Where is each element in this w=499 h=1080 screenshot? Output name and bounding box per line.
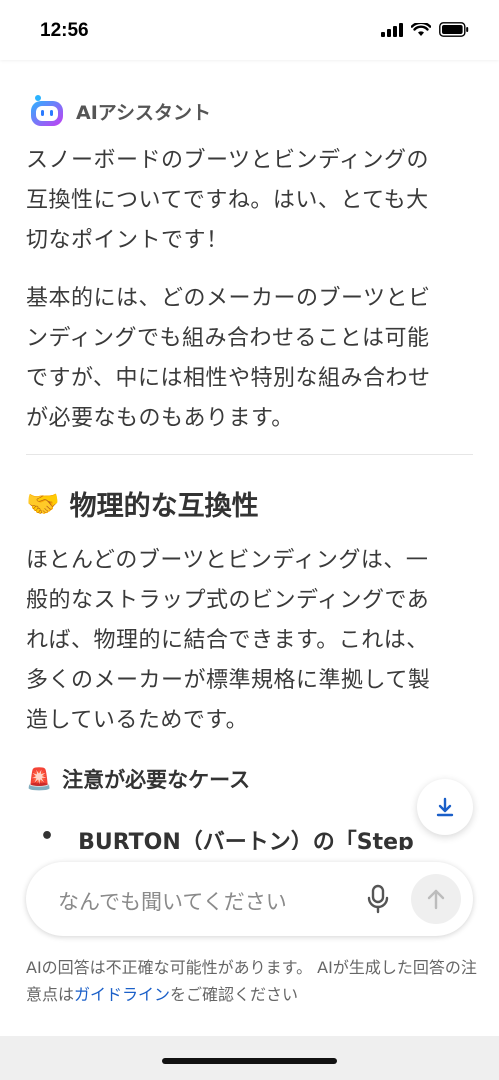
chat-input-box[interactable]: なんでも聞いてください [26, 862, 473, 936]
message-paragraph-1: スノーボードのブーツとビンディングの 互換性についてですね。はい、とても大 切な… [26, 141, 476, 261]
text-line: が必要なものもあります。 [26, 406, 294, 431]
scroll-down-button[interactable] [417, 779, 473, 835]
input-area: なんでも聞いてください AIの回答は不正確な可能性があります。 AIが生成した回… [0, 850, 499, 1036]
text-line: ですが、中には相性や特別な組み合わせ [26, 366, 431, 391]
microphone-icon [367, 884, 389, 914]
microphone-button[interactable] [360, 881, 396, 917]
text-line: スノーボードのブーツとビンディングの [26, 148, 430, 173]
text-line: 基本的には、どのメーカーのブーツとビ [26, 286, 431, 311]
status-bar: 12:56 [0, 0, 499, 60]
text-line: 互換性についてですね。はい、とても大 [26, 188, 429, 213]
section-paragraph: ほとんどのブーツとビンディングは、一 般的なストラップ式のビンディングであ れば… [26, 541, 476, 741]
text-line: ンディングでも組み合わせることは可能 [26, 326, 430, 351]
send-arrow-icon [427, 889, 445, 910]
guideline-link[interactable]: ガイドライン [74, 985, 170, 1004]
status-time: 12:56 [40, 20, 89, 41]
text-line: 般的なストラップ式のビンディングであ [26, 588, 430, 613]
sub-heading-text: 注意が必要なケース [62, 768, 251, 792]
signal-icon [381, 22, 403, 37]
wifi-icon [411, 22, 431, 36]
assistant-header: AIアシスタント [28, 94, 211, 128]
chat-content[interactable]: AIアシスタント スノーボードのブーツとビンディングの 互換性についてですね。は… [0, 60, 499, 860]
message-paragraph-2: 基本的には、どのメーカーのブーツとビ ンディングでも組み合わせることは可能 です… [26, 279, 476, 439]
disclaimer: AIの回答は不正確な可能性があります。 AIが生成した回答の注意点はガイドライン… [26, 954, 486, 1008]
send-button[interactable] [411, 874, 461, 924]
home-indicator[interactable] [162, 1058, 337, 1064]
text-line: ほとんどのブーツとビンディングは、一 [26, 548, 429, 573]
disclaimer-text-end: をご確認ください [170, 985, 299, 1004]
divider [26, 454, 473, 455]
home-indicator-area [0, 1036, 499, 1080]
section-heading: 🤝 物理的な互換性 [26, 484, 259, 523]
siren-icon: 🚨 [26, 766, 53, 791]
sub-heading: 🚨 注意が必要なケース [26, 764, 250, 794]
text-line: 造しているためです。 [26, 708, 249, 733]
chat-input[interactable]: なんでも聞いてください [58, 886, 287, 916]
assistant-name: AIアシスタント [76, 101, 212, 124]
handshake-icon: 🤝 [26, 488, 60, 520]
text-line: 多くのメーカーが標準規格に準拠して製 [26, 668, 431, 693]
scroll-down-icon [436, 797, 454, 817]
battery-icon [439, 22, 469, 37]
section-heading-text: 物理的な互換性 [69, 491, 259, 522]
status-icons [381, 22, 469, 37]
text-line: れば、物理的に結合できます。これは、 [26, 628, 429, 653]
text-line: 切なポイントです！ [26, 228, 229, 253]
assistant-bot-icon [31, 95, 63, 126]
